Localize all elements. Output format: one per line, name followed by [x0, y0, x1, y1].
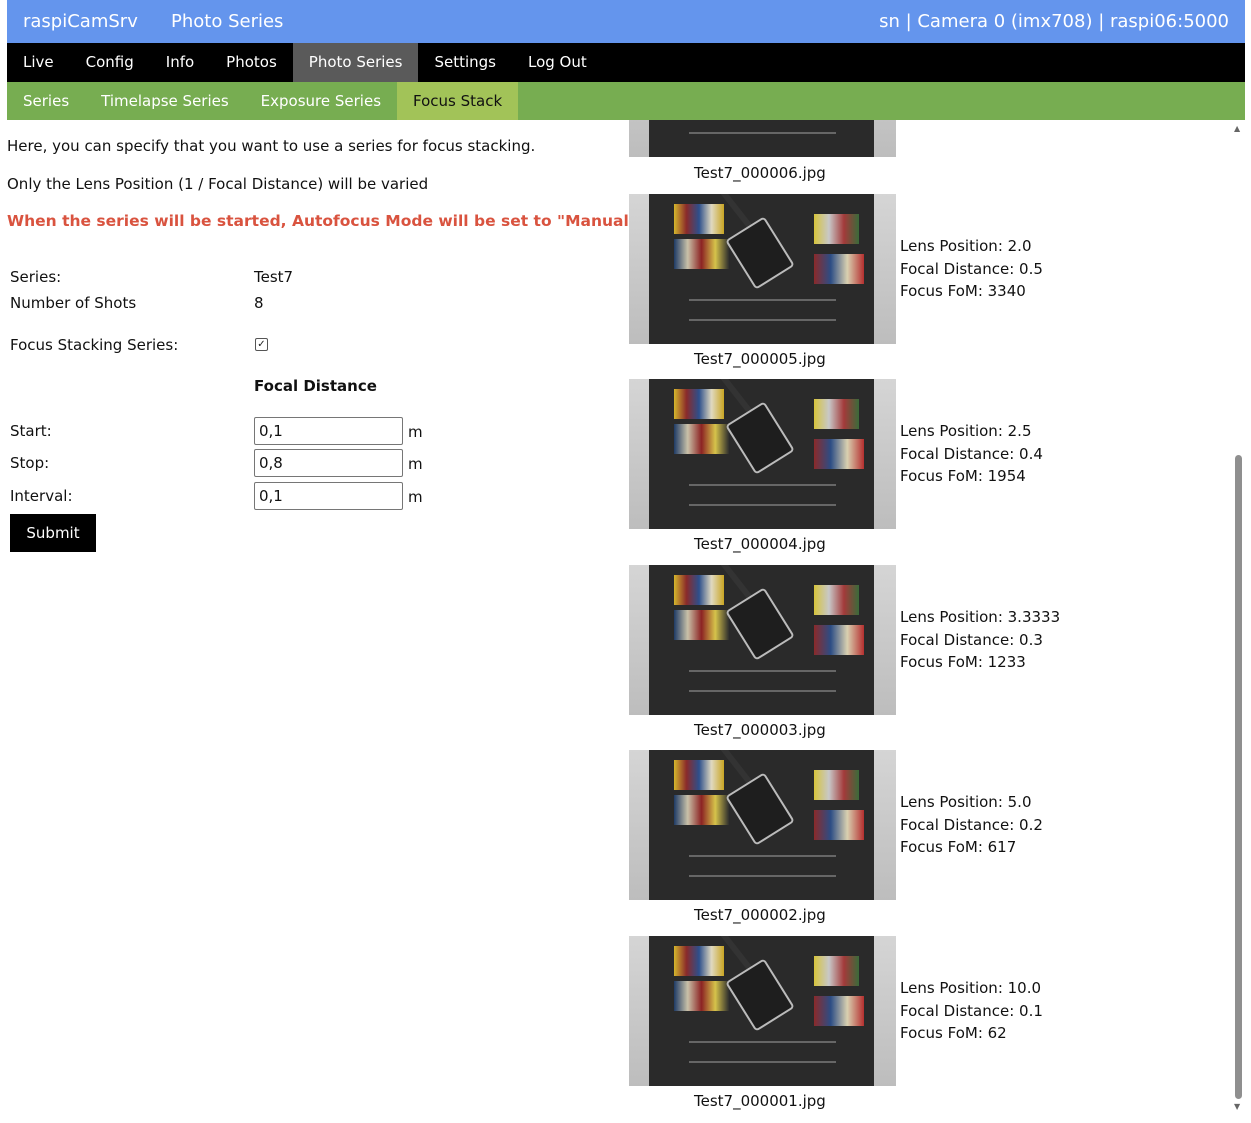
main-nav: Live Config Info Photos Photo Series Set… [7, 43, 1245, 82]
photo-metadata: Lens Position: 2.0 Focal Distance: 0.5 F… [900, 235, 1043, 303]
photo-filename: Test7_000002.jpg [694, 906, 826, 924]
photo-filename: Test7_000001.jpg [694, 1092, 826, 1110]
focus-fom: Focus FoM: 1233 [900, 653, 1026, 671]
photo-thumbnail[interactable] [629, 120, 896, 157]
stop-input[interactable] [254, 449, 403, 477]
focus-fom: Focus FoM: 617 [900, 838, 1017, 856]
app-name[interactable]: raspiCamSrv [23, 11, 138, 32]
nav-config[interactable]: Config [70, 43, 150, 82]
photo-thumbnail[interactable] [629, 565, 896, 715]
nav-photos[interactable]: Photos [210, 43, 293, 82]
start-unit: m [408, 423, 423, 441]
photo-thumbnail[interactable] [629, 936, 896, 1086]
subnav-timelapse-series[interactable]: Timelapse Series [85, 82, 245, 120]
focal-distance: Focal Distance: 0.2 [900, 815, 1043, 834]
interval-unit: m [408, 488, 423, 506]
lens-position-note: Only the Lens Position (1 / Focal Distan… [7, 175, 429, 193]
autofocus-warning: When the series will be started, Autofoc… [7, 212, 643, 230]
stop-label: Stop: [10, 454, 50, 472]
page-title: Photo Series [171, 11, 284, 32]
scroll-down-icon[interactable]: ▼ [1234, 1102, 1240, 1111]
focus-fom: Focus FoM: 62 [900, 1024, 1007, 1042]
camera-status: sn | Camera 0 (imx708) | raspi06:5000 [879, 11, 1229, 32]
start-label: Start: [10, 422, 52, 440]
photo-metadata: Lens Position: 3.3333 Focal Distance: 0.… [900, 606, 1060, 674]
nav-info[interactable]: Info [150, 43, 210, 82]
photo-thumbnail[interactable] [629, 379, 896, 529]
lens-position: Lens Position: 2.0 [900, 237, 1032, 255]
focus-stack-checkbox[interactable]: ✓ [255, 338, 268, 351]
intro-text: Here, you can specify that you want to u… [7, 137, 536, 155]
photo-metadata: Lens Position: 10.0 Focal Distance: 0.1 … [900, 977, 1043, 1045]
lens-position: Lens Position: 3.3333 [900, 608, 1061, 626]
focal-distance-heading: Focal Distance [254, 377, 377, 395]
focal-distance: Focal Distance: 0.5 [900, 259, 1043, 278]
focus-stack-label: Focus Stacking Series: [10, 336, 179, 354]
photo-filename: Test7_000004.jpg [694, 535, 826, 553]
focal-distance: Focal Distance: 0.4 [900, 444, 1043, 463]
lens-position: Lens Position: 10.0 [900, 979, 1042, 997]
photo-thumbnail[interactable] [629, 194, 896, 344]
sub-nav: Series Timelapse Series Exposure Series … [7, 82, 1245, 120]
nav-photo-series[interactable]: Photo Series [292, 43, 419, 82]
series-label: Series: [10, 268, 62, 286]
submit-button[interactable]: Submit [10, 514, 96, 552]
photo-thumbnail[interactable] [629, 750, 896, 900]
nav-settings[interactable]: Settings [418, 43, 512, 82]
photo-filename: Test7_000005.jpg [694, 350, 826, 368]
shots-value: 8 [254, 294, 264, 312]
subnav-exposure-series[interactable]: Exposure Series [245, 82, 397, 120]
photo-metadata: Lens Position: 2.5 Focal Distance: 0.4 F… [900, 420, 1043, 488]
photo-metadata: Lens Position: 5.0 Focal Distance: 0.2 F… [900, 791, 1043, 859]
shots-label: Number of Shots [10, 294, 137, 312]
subnav-series[interactable]: Series [7, 82, 85, 120]
lens-position: Lens Position: 2.5 [900, 422, 1032, 440]
photo-filename: Test7_000003.jpg [694, 721, 826, 739]
scrollbar-thumb[interactable] [1235, 455, 1242, 1099]
focus-fom: Focus FoM: 3340 [900, 282, 1026, 300]
nav-log-out[interactable]: Log Out [512, 43, 603, 82]
photo-list: Test7_000006.jpg Lens Position: 2.0 Foca… [628, 120, 1232, 1123]
series-value: Test7 [254, 268, 294, 286]
focal-distance: Focal Distance: 0.1 [900, 1001, 1043, 1020]
photo-filename: Test7_000006.jpg [694, 164, 826, 182]
interval-label: Interval: [10, 487, 73, 505]
subnav-focus-stack[interactable]: Focus Stack [397, 82, 519, 120]
nav-live[interactable]: Live [7, 43, 70, 82]
top-header-bar: raspiCamSrv Photo Series sn | Camera 0 (… [7, 0, 1245, 43]
interval-input[interactable] [254, 482, 403, 510]
scroll-up-icon[interactable]: ▲ [1234, 124, 1240, 133]
lens-position: Lens Position: 5.0 [900, 793, 1032, 811]
focus-fom: Focus FoM: 1954 [900, 467, 1026, 485]
start-input[interactable] [254, 417, 403, 445]
focus-stack-form: Here, you can specify that you want to u… [7, 120, 643, 1123]
focal-distance: Focal Distance: 0.3 [900, 630, 1043, 649]
stop-unit: m [408, 455, 423, 473]
